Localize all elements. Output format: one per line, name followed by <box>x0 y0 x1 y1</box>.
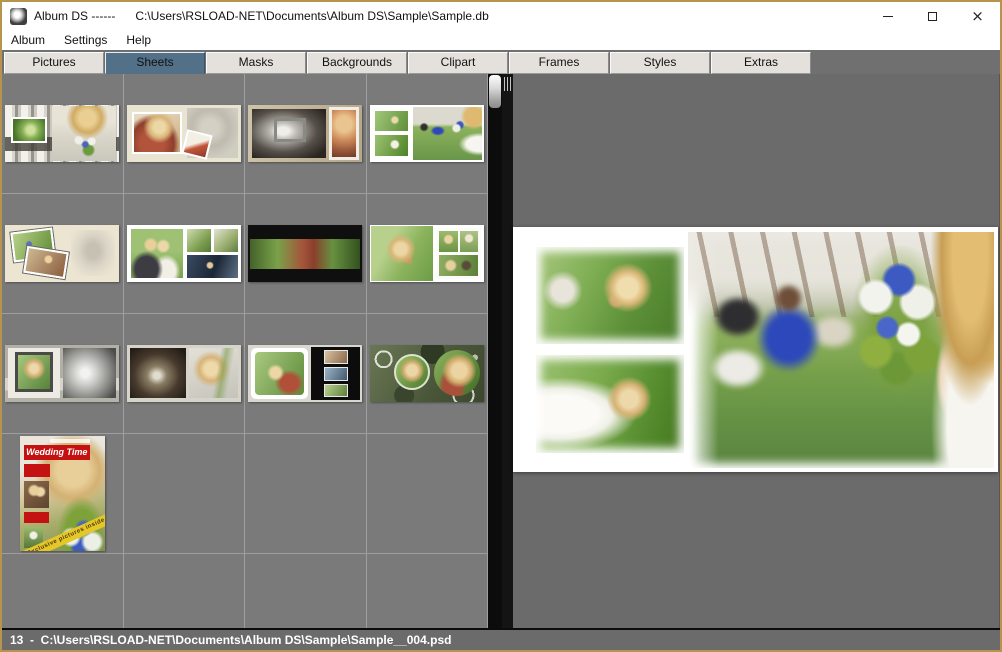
tab-pictures[interactable]: Pictures <box>4 52 104 74</box>
window-title: Album DS ------ C:\Users\RSLOAD-NET\Docu… <box>34 9 865 23</box>
menu-bar: Album Settings Help <box>2 30 1000 50</box>
tab-frames[interactable]: Frames <box>509 52 609 74</box>
sheets-grid: Wedding Time Exclusive pictures inside <box>2 74 488 628</box>
preview-photo-right[interactable] <box>688 232 994 468</box>
sheet-thumbnail-4[interactable] <box>370 105 484 162</box>
cover-text-box <box>24 464 50 477</box>
sheet-thumbnail-11[interactable] <box>248 345 362 402</box>
empty-cell <box>2 554 124 628</box>
panel-splitter[interactable] <box>502 74 513 628</box>
grid-cell <box>2 74 124 194</box>
menu-help[interactable]: Help <box>126 33 151 47</box>
photo-bride <box>914 232 994 468</box>
tab-sheets[interactable]: Sheets <box>105 52 205 74</box>
grid-cell <box>245 194 367 314</box>
app-window: Album DS ------ C:\Users\RSLOAD-NET\Docu… <box>0 0 1002 652</box>
grid-cell: Wedding Time Exclusive pictures inside <box>2 434 124 554</box>
grid-cell <box>2 314 124 434</box>
sheet-thumbnail-7[interactable] <box>248 225 362 282</box>
sheet-thumbnail-9[interactable] <box>5 345 119 402</box>
grid-cell <box>245 74 367 194</box>
menu-album[interactable]: Album <box>11 33 45 47</box>
maximize-icon <box>928 12 937 21</box>
title-bar[interactable]: Album DS ------ C:\Users\RSLOAD-NET\Docu… <box>2 2 1000 30</box>
sheet-canvas[interactable] <box>513 227 998 472</box>
empty-cell <box>367 554 489 628</box>
sheet-thumbnail-13[interactable]: Wedding Time Exclusive pictures inside <box>20 436 105 551</box>
maximize-button[interactable] <box>910 2 955 30</box>
sheet-thumbnail-12[interactable] <box>370 345 484 402</box>
sheet-thumbnail-1[interactable] <box>5 105 119 162</box>
tab-extras[interactable]: Extras <box>711 52 811 74</box>
grid-cell <box>367 74 489 194</box>
main-area: Wedding Time Exclusive pictures inside <box>2 74 1000 628</box>
grid-cell <box>367 314 489 434</box>
sheet-thumbnail-2[interactable] <box>127 105 241 162</box>
minimize-button[interactable] <box>865 2 910 30</box>
empty-cell <box>367 434 489 554</box>
tab-backgrounds[interactable]: Backgrounds <box>307 52 407 74</box>
cover-photo-couple <box>24 481 49 508</box>
empty-cell <box>124 554 246 628</box>
status-text: 13 - C:\Users\RSLOAD-NET\Documents\Album… <box>10 633 451 647</box>
splitter-grip-icon <box>504 77 512 91</box>
app-icon <box>10 8 27 25</box>
grid-cell <box>124 314 246 434</box>
cover-masthead: Wedding Time <box>24 445 90 460</box>
grid-cell <box>245 314 367 434</box>
sheet-thumbnail-8[interactable] <box>370 225 484 282</box>
scrollbar-thumb[interactable] <box>489 75 501 108</box>
preview-photo-top-left[interactable] <box>536 247 684 344</box>
status-bar: 13 - C:\Users\RSLOAD-NET\Documents\Album… <box>2 628 1000 650</box>
sheet-thumbnail-5[interactable] <box>5 225 119 282</box>
close-icon: × <box>971 9 984 24</box>
tab-masks[interactable]: Masks <box>206 52 306 74</box>
close-button[interactable]: × <box>955 2 1000 30</box>
cover-issue-text <box>50 439 90 443</box>
minimize-icon <box>883 16 893 17</box>
empty-cell <box>245 434 367 554</box>
menu-settings[interactable]: Settings <box>64 33 107 47</box>
preview-photo-bottom-left[interactable] <box>536 355 684 453</box>
tab-bar: Pictures Sheets Masks Backgrounds Clipar… <box>2 50 1000 74</box>
sheet-thumbnail-10[interactable] <box>127 345 241 402</box>
tab-styles[interactable]: Styles <box>610 52 710 74</box>
sheet-thumbnail-6[interactable] <box>127 225 241 282</box>
grid-cell <box>367 194 489 314</box>
window-controls: × <box>865 2 1000 30</box>
empty-cell <box>124 434 246 554</box>
grid-cell <box>2 194 124 314</box>
tab-clipart[interactable]: Clipart <box>408 52 508 74</box>
grid-cell <box>124 74 246 194</box>
empty-cell <box>245 554 367 628</box>
cover-text-box <box>24 512 49 523</box>
thumbnails-scrollbar[interactable] <box>488 74 502 628</box>
sheet-thumbnail-3[interactable] <box>248 105 362 162</box>
sheet-preview-area <box>513 74 1000 628</box>
grid-cell <box>124 194 246 314</box>
